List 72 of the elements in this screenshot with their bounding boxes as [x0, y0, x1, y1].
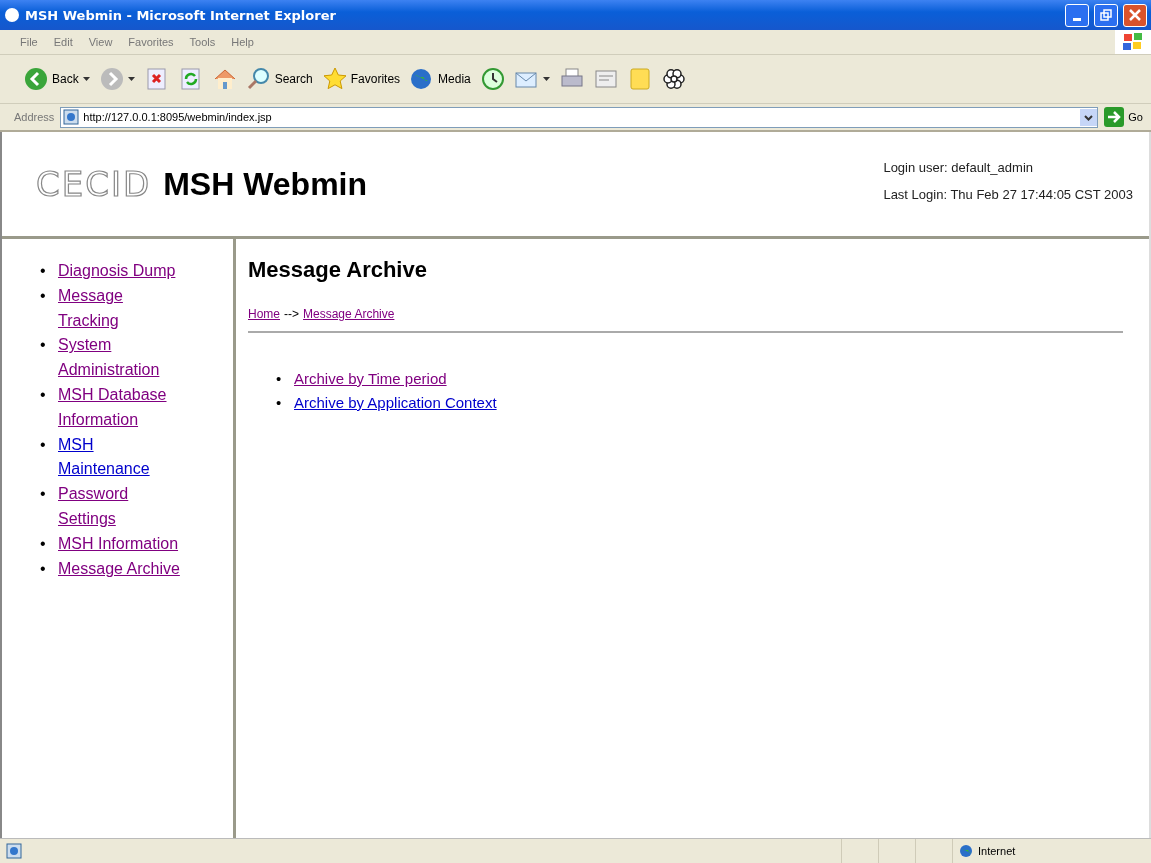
page-icon: [6, 843, 22, 859]
page-heading: Message Archive: [248, 257, 428, 283]
home-button[interactable]: [212, 67, 237, 91]
bullet: •: [40, 285, 47, 306]
dropdown-icon[interactable]: [1080, 108, 1098, 126]
bullet: •: [276, 369, 283, 389]
menu-item[interactable]: Tools: [183, 34, 222, 50]
flower-icon: [661, 67, 686, 91]
archive-link[interactable]: Archive by Time period: [294, 367, 447, 391]
nav-link[interactable]: System Administration: [58, 333, 185, 383]
bullet: •: [40, 484, 47, 505]
bullet: •: [276, 393, 283, 413]
refresh-icon: [178, 67, 203, 91]
caret-icon: [127, 77, 135, 81]
site-title: MSH Webmin: [163, 165, 368, 203]
page-icon: [63, 109, 80, 125]
back-button[interactable]: Back: [24, 67, 90, 91]
nav-link[interactable]: Diagnosis Dump: [58, 259, 176, 284]
archive-link[interactable]: Archive by Application Context: [294, 391, 497, 415]
address-field[interactable]: http://127.0.0.1:8095/webmin/index.jsp: [60, 106, 1099, 128]
windows-flag-icon: [1115, 30, 1151, 54]
go-arrow-icon: [1104, 107, 1125, 127]
history-clock-icon: [480, 67, 505, 91]
zone-text: Internet: [978, 845, 1016, 857]
refresh-button[interactable]: [178, 67, 203, 91]
bullet: •: [40, 385, 47, 405]
menu-item[interactable]: File: [14, 34, 44, 50]
search-button[interactable]: Search: [246, 67, 313, 91]
bullet: •: [40, 261, 47, 281]
menu-item[interactable]: View: [82, 34, 119, 50]
nav-link[interactable]: Password Settings: [58, 482, 185, 532]
stop-button[interactable]: [144, 67, 169, 91]
go-button[interactable]: Go: [1104, 107, 1143, 127]
caret-icon: [82, 77, 90, 81]
caret-icon: [542, 77, 550, 81]
nav-link[interactable]: MSH Database Information: [58, 383, 185, 433]
home-icon: [212, 67, 237, 91]
globe-icon: [959, 844, 973, 858]
favorites-button[interactable]: Favorites: [322, 67, 401, 91]
address-label: Address: [14, 111, 55, 123]
menu-item[interactable]: Favorites: [122, 34, 180, 50]
window-title: MSH Webmin - Microsoft Internet Explorer: [25, 7, 337, 23]
menu-item[interactable]: Edit: [47, 34, 79, 50]
history-button[interactable]: [480, 67, 505, 91]
flower-button[interactable]: [661, 67, 686, 91]
star-icon: [322, 67, 347, 91]
menu-item[interactable]: Help: [225, 34, 260, 50]
login-user-text: Login user: default_admin: [883, 160, 1034, 175]
nav-link[interactable]: Message Tracking: [58, 283, 185, 334]
last-login-text: Last Login: Thu Feb 27 17:44:05 CST 2003: [883, 187, 1133, 202]
restore-icon: [1100, 9, 1112, 21]
close-button[interactable]: [1123, 3, 1147, 27]
bullet: •: [40, 335, 47, 356]
nav-link[interactable]: MSH Information: [58, 531, 179, 557]
minimize-button[interactable]: [1065, 3, 1089, 27]
document-icon: [593, 67, 618, 91]
logo: CECID: [36, 164, 152, 204]
restore-button[interactable]: [1094, 3, 1118, 27]
stop-icon: [144, 67, 169, 91]
breadcrumb-link[interactable]: Message Archive: [303, 307, 395, 321]
note-icon: [627, 67, 652, 91]
bullet: •: [40, 434, 47, 455]
bullet: •: [40, 533, 47, 554]
close-icon: [1129, 9, 1141, 21]
nav-link[interactable]: MSH Maintenance: [58, 432, 185, 483]
bullet: •: [40, 558, 47, 579]
media-button[interactable]: Media: [410, 67, 471, 91]
breadcrumb-link[interactable]: Home: [248, 307, 280, 321]
search-icon: [246, 67, 271, 91]
breadcrumb-separator: -->: [284, 307, 299, 321]
minimize-icon: [1073, 17, 1081, 21]
nav-link[interactable]: Message Archive: [58, 556, 180, 582]
